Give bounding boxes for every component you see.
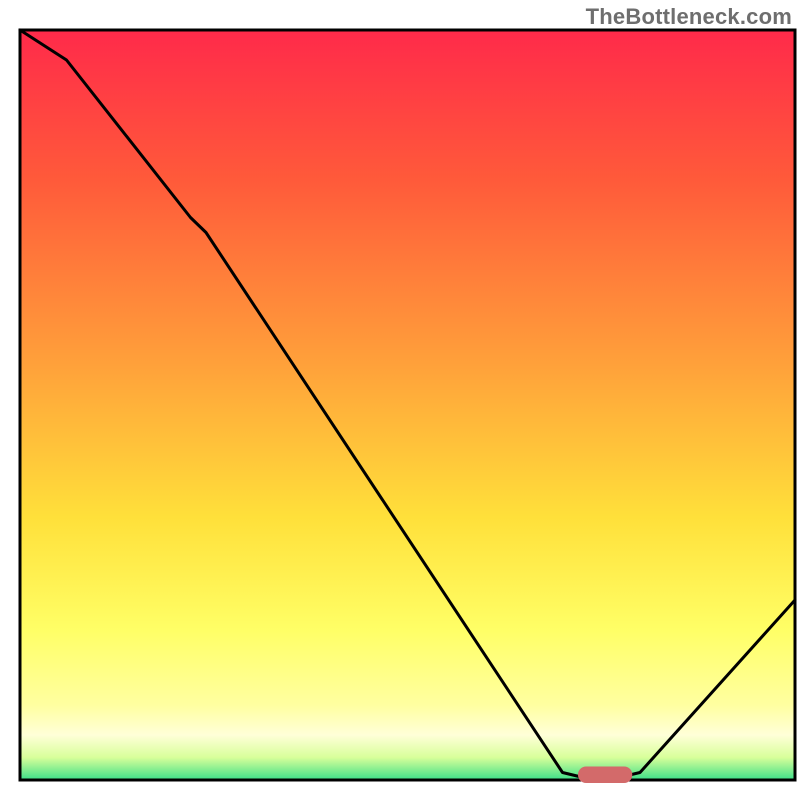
optimal-marker — [578, 767, 632, 784]
plot-background — [20, 30, 795, 780]
bottleneck-chart — [0, 0, 800, 800]
chart-container: TheBottleneck.com — [0, 0, 800, 800]
